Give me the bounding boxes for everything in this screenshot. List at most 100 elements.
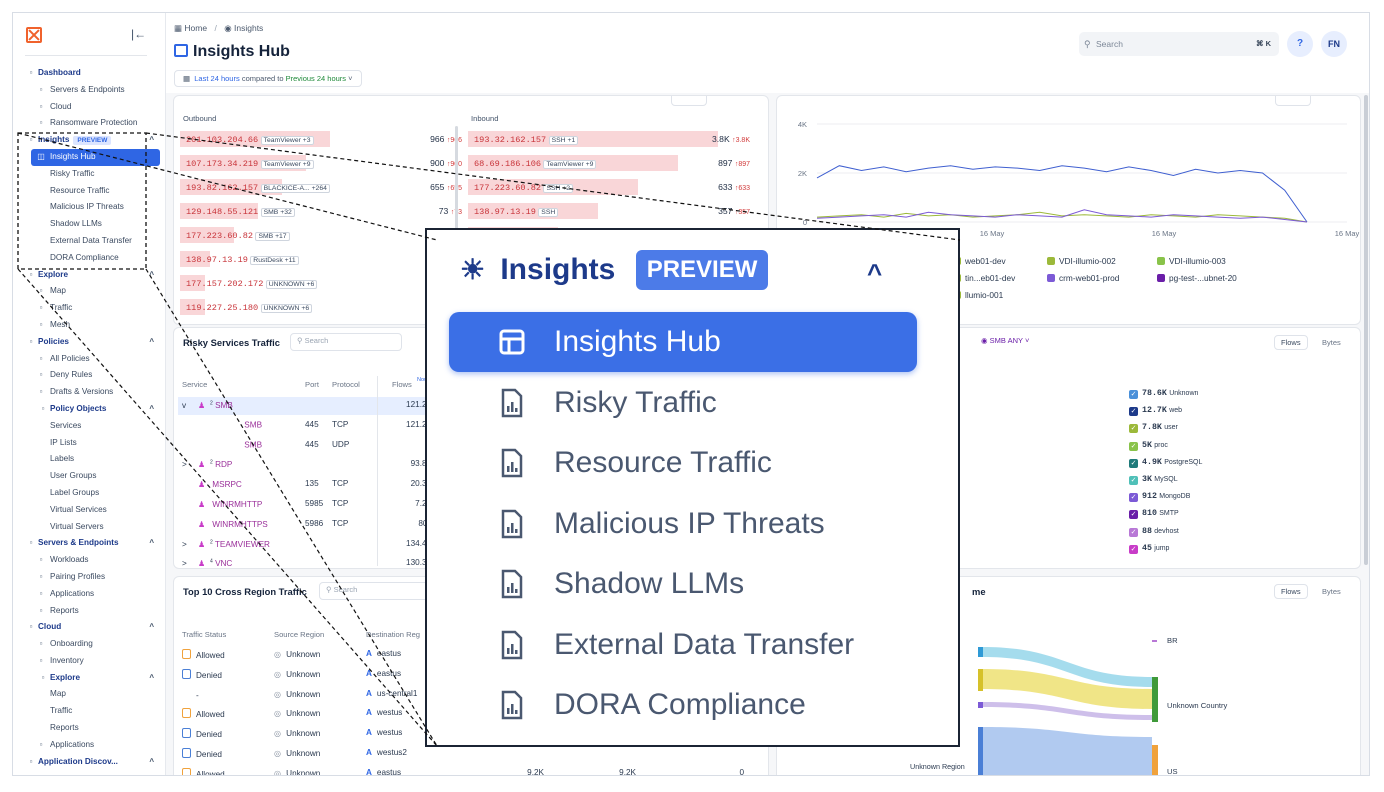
- legend-item[interactable]: ✓ 3K MySQL: [1129, 473, 1178, 485]
- flows-toggle[interactable]: Flows: [1274, 335, 1308, 350]
- legend-checkbox[interactable]: [1047, 274, 1055, 282]
- sidebar-item-services[interactable]: Services: [13, 418, 166, 435]
- traffic-row[interactable]: 119.227.25.180 UNKNOWN +6: [186, 299, 313, 315]
- sidebar-item-application-discov-[interactable]: ▫ Application Discov... ^: [13, 754, 166, 771]
- sidebar-item-dora-compliance[interactable]: DORA Compliance: [13, 250, 166, 267]
- sidebar-item-policy-objects[interactable]: ▫ Policy Objects ^: [13, 401, 166, 418]
- traffic-row[interactable]: 107.173.34.219 TeamViewer +9: [186, 155, 314, 171]
- service-row[interactable]: ♟ WINRMHTTPS: [182, 519, 268, 529]
- column-header[interactable]: Source Region: [274, 630, 324, 639]
- sidebar-item-virtual-servers[interactable]: Virtual Servers: [13, 519, 166, 536]
- legend-checkbox[interactable]: [1157, 257, 1165, 265]
- expand-chevron-icon[interactable]: >: [182, 460, 198, 469]
- service-row[interactable]: v ♟ 2 SMB: [182, 400, 233, 410]
- chevron-up-icon[interactable]: ^: [149, 754, 154, 771]
- legend-item[interactable]: ✓ 810 SMTP: [1129, 507, 1179, 520]
- sidebar-item-resource-traffic[interactable]: Resource Traffic: [13, 183, 166, 200]
- legend-item[interactable]: ✓ 78.6K Unknown: [1129, 387, 1198, 399]
- column-header[interactable]: Service: [182, 380, 207, 389]
- traffic-row[interactable]: 193.32.162.157 SSH +1: [474, 131, 579, 147]
- legend-item[interactable]: ✓ 912 MongoDB: [1129, 490, 1190, 503]
- sidebar-item-servers-endpoints[interactable]: ▫ Servers & Endpoints: [13, 82, 166, 99]
- zoom-menu-item-external-data-transfer[interactable]: External Data Transfer: [449, 615, 917, 675]
- sidebar-item-reports[interactable]: Reports: [13, 720, 166, 737]
- sidebar-item-applications[interactable]: ▫ Applications: [13, 586, 166, 603]
- zoom-menu-item-dora-compliance[interactable]: DORA Compliance: [449, 675, 917, 735]
- sidebar-item-servers-endpoints[interactable]: ▫ Servers & Endpoints ^: [13, 535, 166, 552]
- traffic-row[interactable]: 177.157.202.172 UNKNOWN +6: [186, 275, 318, 291]
- chevron-up-icon[interactable]: ^: [149, 535, 154, 552]
- help-icon[interactable]: ?: [1287, 31, 1313, 57]
- sidebar-item-labels[interactable]: Labels: [13, 451, 166, 468]
- legend-item[interactable]: ✓ 12.7K web: [1129, 404, 1182, 417]
- service-row[interactable]: > ♟ 4 VNC: [182, 558, 232, 568]
- check-icon[interactable]: ✓: [1129, 476, 1138, 485]
- chevron-up-icon[interactable]: ^: [149, 132, 154, 149]
- bytes-toggle[interactable]: Bytes: [1322, 338, 1341, 347]
- sidebar-item-insights[interactable]: ▫ Insights PREVIEW ^: [13, 132, 166, 149]
- avatar[interactable]: FN: [1321, 31, 1347, 57]
- risky-search-input[interactable]: ⚲ Search: [290, 333, 402, 351]
- service-row[interactable]: > ♟ 2 RDP: [182, 459, 232, 470]
- card-menu-button[interactable]: [671, 96, 707, 106]
- traffic-row[interactable]: 193.82.162.157 BLACKICE-A... +264: [186, 179, 330, 195]
- chevron-up-icon[interactable]: ^: [149, 670, 154, 687]
- zoom-menu-item-insights-hub[interactable]: Insights Hub: [449, 312, 917, 372]
- expand-chevron-icon[interactable]: >: [182, 540, 198, 549]
- sidebar-item-cloud[interactable]: ▫ Cloud ^: [13, 619, 166, 636]
- expand-chevron-icon[interactable]: v: [182, 401, 198, 410]
- brand-logo-icon[interactable]: [26, 27, 42, 43]
- sidebar-item-reports[interactable]: ▫ Reports: [13, 603, 166, 620]
- sidebar-item-ip-lists[interactable]: IP Lists: [13, 435, 166, 452]
- expand-chevron-icon[interactable]: >: [182, 559, 198, 568]
- legend-item[interactable]: ✓ 45 jump: [1129, 542, 1169, 554]
- service-row[interactable]: SMB: [214, 420, 262, 430]
- check-icon[interactable]: ✓: [1129, 544, 1138, 554]
- sidebar-item-virtual-services[interactable]: Virtual Services: [13, 502, 166, 519]
- zoom-insights-header[interactable]: ☀ Insights PREVIEW: [460, 245, 769, 295]
- column-header[interactable]: Protocol: [332, 380, 360, 389]
- legend-item[interactable]: ✓ 5K proc: [1129, 439, 1168, 451]
- sidebar-item-explore[interactable]: ▫ Explore ^: [13, 267, 166, 284]
- zoom-menu-item-risky-traffic[interactable]: Risky Traffic: [449, 373, 917, 433]
- check-icon[interactable]: ✓: [1129, 390, 1138, 399]
- zoom-menu-item-shadow-llms[interactable]: Shadow LLMs: [449, 554, 917, 614]
- collapse-sidebar-icon[interactable]: |←: [131, 27, 146, 41]
- traffic-row[interactable]: 177.223.60.82 SSH +2: [474, 179, 574, 195]
- column-header[interactable]: Destination Reg: [366, 630, 420, 639]
- chevron-up-icon[interactable]: ^: [867, 258, 882, 289]
- breadcrumb-home[interactable]: Home: [184, 23, 207, 33]
- traffic-row[interactable]: 177.223.60.82 SMB +17: [186, 227, 290, 243]
- sidebar-item-insights-hub[interactable]: ◫ Insights Hub: [31, 148, 160, 166]
- sidebar-item-traffic[interactable]: Traffic: [13, 703, 166, 720]
- column-header[interactable]: Flows: [392, 380, 412, 389]
- sidebar-item-mesh[interactable]: ▫ Mesh: [13, 317, 166, 334]
- sidebar-item-cloud[interactable]: ▫ Cloud: [13, 99, 166, 116]
- sidebar-item-all-policies[interactable]: ▫ All Policies: [13, 351, 166, 368]
- sidebar-item-dashboard[interactable]: ▫ Dashboard: [13, 65, 166, 82]
- service-row[interactable]: > ♟ 2 TEAMVIEWER: [182, 539, 270, 549]
- sidebar-item-ransomware-protection[interactable]: ▫ Ransomware Protection: [13, 115, 166, 132]
- sidebar-item-applications[interactable]: ▫ Applications: [13, 737, 166, 754]
- sidebar-item-external-data-transfer[interactable]: External Data Transfer: [13, 233, 166, 250]
- check-icon[interactable]: ✓: [1129, 441, 1138, 451]
- sidebar-item-label-groups[interactable]: Label Groups: [13, 485, 166, 502]
- column-header[interactable]: Traffic Status: [182, 630, 226, 639]
- sidebar-item-malicious-ip-threats[interactable]: Malicious IP Threats: [13, 199, 166, 216]
- sidebar-item-explore[interactable]: ▫ Explore ^: [13, 670, 166, 687]
- cross-search-input[interactable]: ⚲ Search: [319, 582, 431, 600]
- sidebar-item-onboarding[interactable]: ▫ Onboarding: [13, 636, 166, 653]
- sidebar-item-policies[interactable]: ▫ Policies ^: [13, 334, 166, 351]
- sidebar-item-pairing-profiles[interactable]: ▫ Pairing Profiles: [13, 569, 166, 586]
- traffic-row[interactable]: 129.148.55.121 SMB +32: [186, 203, 295, 219]
- traffic-row[interactable]: 138.97.13.19 SSH: [474, 203, 559, 219]
- zoom-menu-item-resource-traffic[interactable]: Resource Traffic: [449, 433, 917, 493]
- sidebar-item-risky-traffic[interactable]: Risky Traffic: [13, 166, 166, 183]
- traffic-row[interactable]: 138.97.13.19 RustDesk +11: [186, 251, 299, 267]
- chevron-up-icon[interactable]: ^: [149, 619, 154, 636]
- sidebar-item-traffic[interactable]: ▫ Traffic: [13, 300, 166, 317]
- sidebar-item-map[interactable]: Map: [13, 686, 166, 703]
- sidebar-item-workloads[interactable]: ▫ Workloads: [13, 552, 166, 569]
- check-icon[interactable]: ✓: [1129, 424, 1138, 434]
- chevron-up-icon[interactable]: ^: [149, 334, 154, 351]
